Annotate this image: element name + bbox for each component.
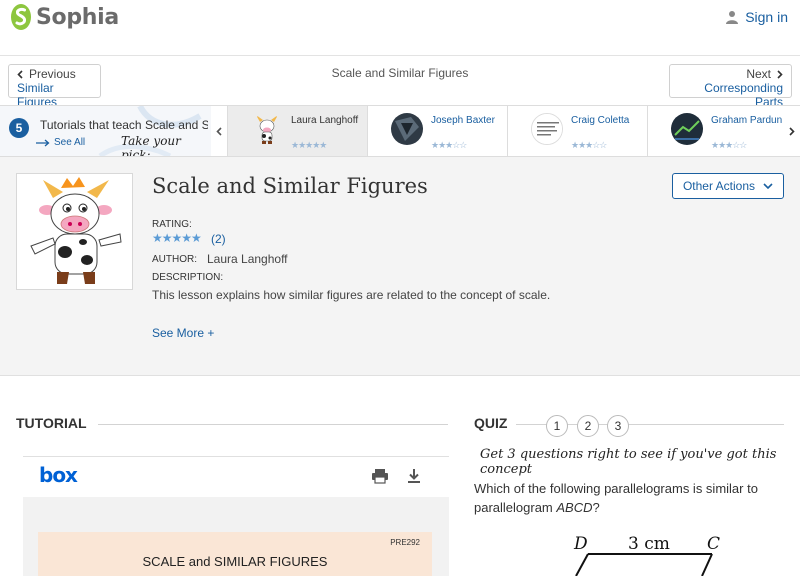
text-avatar-icon <box>532 114 562 144</box>
rating-label: Rating: <box>152 219 192 230</box>
lesson-title: Scale and Similar Figures <box>152 174 428 198</box>
geometric-avatar-icon <box>391 113 423 145</box>
site-header: Sophia Sign in <box>0 0 800 56</box>
tutor-name: Craig Coletta <box>571 115 630 126</box>
side-length-label: 3 cm <box>628 534 670 554</box>
tutor-rating-stars: ★★★☆☆ <box>431 140 467 150</box>
viewer-toolbar: box <box>23 457 449 497</box>
tutorial-divider <box>98 424 448 425</box>
avatar <box>251 113 283 145</box>
tutorial-picker: 5 Tutorials that teach Scale and S See A… <box>0 105 800 157</box>
previous-lesson-button[interactable]: Previous Similar Figures <box>8 64 101 109</box>
scroll-right-button[interactable] <box>784 106 800 156</box>
chalkboard-avatar-icon <box>671 113 703 145</box>
quiz-question-2-button[interactable]: 2 <box>577 415 599 437</box>
tutor-rating-stars: ★★★☆☆ <box>571 140 607 150</box>
question-text-end: ? <box>592 500 600 515</box>
vertex-d-label: D <box>573 534 588 554</box>
lesson-nav: Previous Similar Figures Scale and Simil… <box>0 57 800 109</box>
sophia-logo[interactable]: Sophia <box>10 3 119 31</box>
parallelogram-figure: D 3 cm C <box>573 534 720 576</box>
chevron-down-icon <box>763 183 773 189</box>
description-label: Description: <box>152 272 224 283</box>
other-actions-label: Other Actions <box>682 179 756 193</box>
quiz-question-1-button[interactable]: 1 <box>546 415 568 437</box>
vertex-c-label: C <box>707 534 720 554</box>
take-your-pick-label: Take your pick: <box>121 134 181 156</box>
tutor-name: Laura Langhoff <box>291 115 359 126</box>
tutor-card-craig-coletta[interactable]: Craig Coletta ★★★☆☆ <box>507 106 647 156</box>
quiz-heading: QUIZ <box>474 415 508 431</box>
box-logo: box <box>39 463 78 487</box>
tutor-rating-stars: ★★★★★ <box>291 140 327 150</box>
tutor-card-joseph-baxter[interactable]: Joseph Baxter ★★★☆☆ <box>367 106 507 156</box>
author-label: Author: <box>152 254 197 265</box>
next-lesson-button[interactable]: Next Corresponding Parts <box>669 64 792 109</box>
see-all-link[interactable]: See All <box>36 137 85 148</box>
see-all-label: See All <box>54 137 86 148</box>
tutorial-heading: TUTORIAL <box>16 415 87 431</box>
other-actions-button[interactable]: Other Actions <box>672 173 784 199</box>
chevron-left-icon <box>216 126 222 136</box>
chevron-right-icon <box>789 126 795 136</box>
tutorial-picker-title: Tutorials that teach Scale and S <box>40 118 208 132</box>
chevron-left-icon <box>17 69 23 79</box>
question-variable: ABCD <box>556 500 593 515</box>
author-name: Laura Langhoff <box>207 252 288 266</box>
arrow-right-icon <box>36 139 50 146</box>
sign-in-label: Sign in <box>745 9 788 25</box>
tutor-card-laura-langhoff[interactable]: Laura Langhoff ★★★★★ <box>227 106 367 156</box>
quiz-question-text: Which of the following parallelograms is… <box>474 479 774 517</box>
tutor-card-graham-pardun[interactable]: Graham Pardun ★★★☆☆ <box>647 106 787 156</box>
document-code: PRE292 <box>390 538 420 547</box>
sophia-logo-icon <box>11 4 31 30</box>
lesson-description: This lesson explains how similar figures… <box>152 288 551 302</box>
tutorial-picker-intro: 5 Tutorials that teach Scale and S See A… <box>0 106 211 156</box>
brand-name: Sophia <box>36 4 119 30</box>
tutor-name: Graham Pardun <box>711 115 783 126</box>
print-icon[interactable] <box>371 467 389 485</box>
tutor-rating-stars: ★★★☆☆ <box>711 140 747 150</box>
user-icon <box>726 11 739 24</box>
question-text-start: Which of the following parallelograms is… <box>474 481 758 515</box>
scroll-left-button[interactable] <box>211 106 227 156</box>
document-page[interactable]: PRE292 SCALE and SIMILAR FIGURES <box>38 532 432 576</box>
avatar <box>671 113 703 145</box>
document-viewer: box PRE292 SCALE and SIMILAR FIGURES <box>23 456 449 576</box>
avatar <box>391 113 423 145</box>
lesson-thumbnail <box>16 173 133 290</box>
quiz-prompt: Get 3 questions right to see if you've g… <box>480 447 777 477</box>
next-label: Next <box>746 67 771 81</box>
download-icon[interactable] <box>405 467 423 485</box>
tutor-name: Joseph Baxter <box>431 115 495 126</box>
tutorial-count-badge: 5 <box>9 118 29 138</box>
cow-illustration-icon <box>30 177 122 284</box>
previous-label: Previous <box>29 67 76 81</box>
see-more-link[interactable]: See More + <box>152 326 214 340</box>
chevron-right-icon <box>777 69 783 79</box>
lesson-info: Scale and Similar Figures Other Actions … <box>0 157 800 376</box>
rating-count[interactable]: (2) <box>211 232 226 246</box>
sign-in-button[interactable]: Sign in <box>725 9 788 25</box>
avatar <box>531 113 563 145</box>
rating-stars: ★★★★★ <box>152 231 202 245</box>
document-title: SCALE and SIMILAR FIGURES <box>142 554 328 569</box>
cow-avatar-icon <box>256 115 278 144</box>
quiz-question-3-button[interactable]: 3 <box>607 415 629 437</box>
